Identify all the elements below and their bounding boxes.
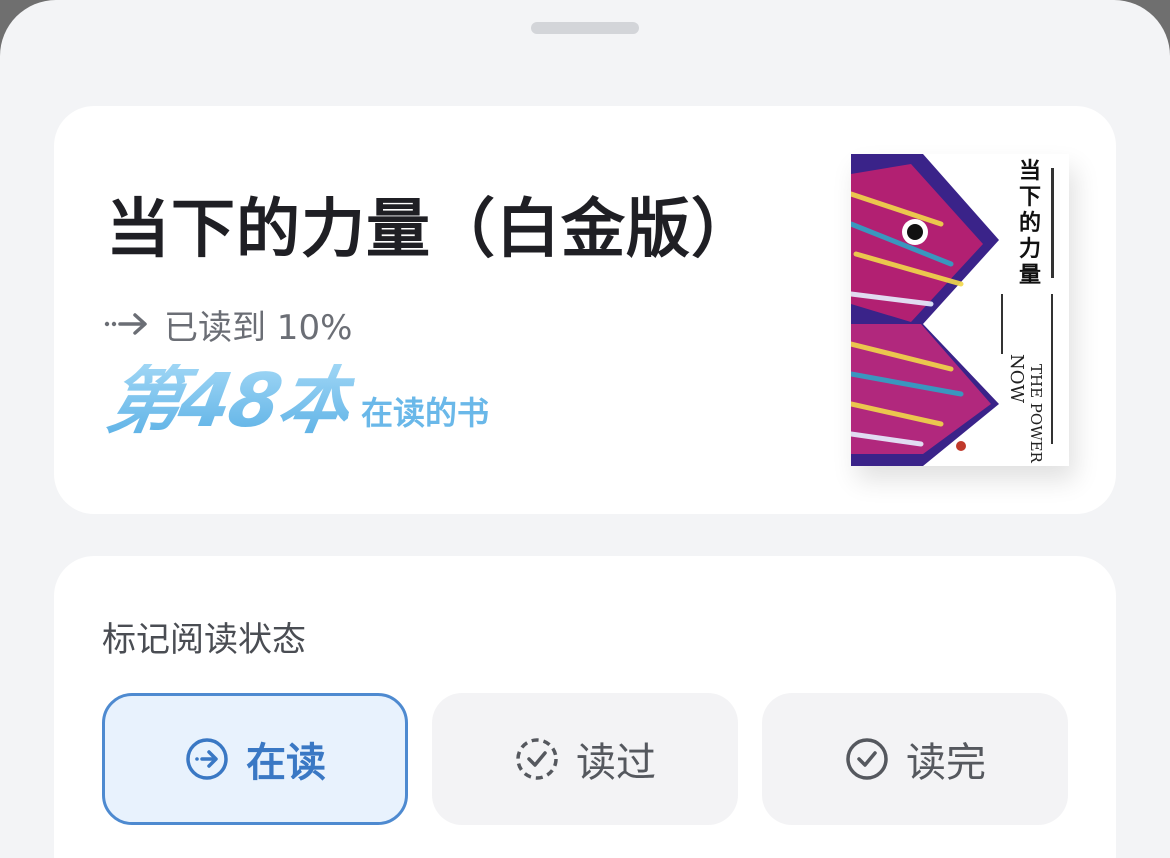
dashed-check-circle-icon — [516, 738, 558, 780]
bottom-sheet: 当下的力量（白金版） 已读到 10% 第48本 在读的书 当 下 的 力 量 T… — [0, 0, 1170, 858]
book-title: 当下的力量（白金版） — [106, 192, 756, 267]
dotted-arrow-icon — [104, 313, 147, 335]
rank-caption: 在读的书 — [360, 394, 489, 432]
status-heading: 标记阅读状态 — [102, 620, 306, 660]
status-read-before-label: 读过 — [576, 740, 656, 786]
svg-text:的: 的 — [1019, 210, 1041, 236]
status-reading-label: 在读 — [246, 740, 326, 786]
status-finished-button[interactable]: 读完 — [762, 693, 1068, 825]
book-info-card: 当下的力量（白金版） 已读到 10% 第48本 在读的书 当 下 的 力 量 T… — [54, 106, 1116, 514]
reading-rank: 第48本 在读的书 — [100, 358, 489, 444]
rank-number: 第48本 — [100, 358, 359, 444]
progress-text: 已读到 10% — [164, 307, 353, 348]
reading-status-card: 标记阅读状态 在读 读过 读完 — [54, 556, 1116, 858]
svg-text:下: 下 — [1019, 184, 1041, 210]
svg-text:量: 量 — [1019, 262, 1041, 288]
arrow-circle-icon — [186, 738, 228, 780]
svg-text:NOW: NOW — [1006, 354, 1027, 404]
status-reading-button[interactable]: 在读 — [102, 693, 408, 825]
status-finished-label: 读完 — [906, 740, 986, 786]
svg-text:当: 当 — [1019, 158, 1041, 184]
status-read-before-button[interactable]: 读过 — [432, 693, 738, 825]
sheet-grabber-handle[interactable] — [531, 22, 639, 34]
check-circle-icon — [846, 738, 888, 780]
book-cover[interactable]: 当 下 的 力 量 THE POWER OF NOW — [851, 154, 1069, 466]
svg-text:THE POWER OF: THE POWER OF — [1027, 364, 1045, 466]
reading-progress: 已读到 10% — [104, 302, 353, 348]
svg-text:力: 力 — [1019, 236, 1041, 262]
